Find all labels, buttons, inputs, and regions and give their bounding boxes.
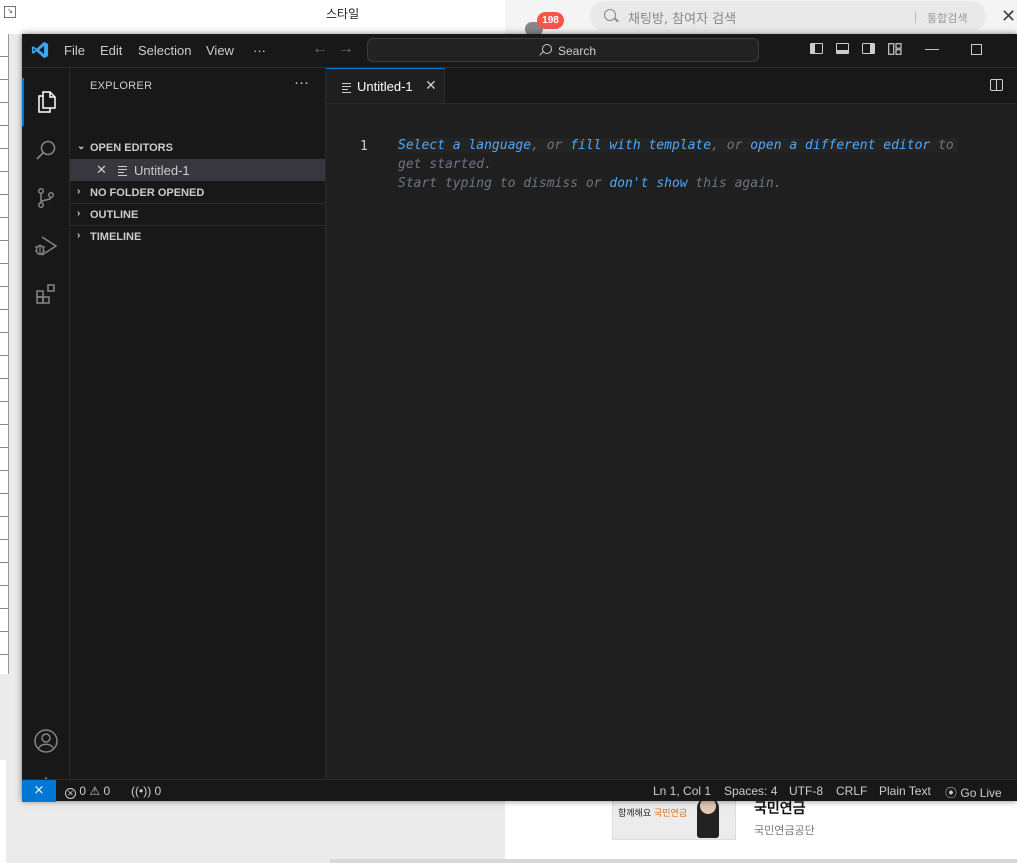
broadcast-icon: ((•))	[131, 784, 152, 798]
status-bar: ⨯ ✕ 0 ⚠ 0 ((•)) 0 Ln 1, Col 1 Spaces: 4 …	[22, 779, 1017, 802]
chat-search-placeholder: 채팅방, 참여자 검색	[628, 12, 737, 27]
activity-run-debug[interactable]	[22, 222, 69, 270]
search-icon	[35, 140, 55, 160]
close-icon[interactable]: ✕	[1001, 6, 1016, 27]
vscode-window: File Edit Selection View ··· ← → Search …	[22, 34, 1017, 802]
problems-status[interactable]: ✕ 0 ⚠ 0	[65, 784, 110, 799]
back-arrow-icon[interactable]: ←	[312, 40, 328, 58]
dialog-launcher-icon[interactable]: ↘	[4, 6, 16, 18]
tab-untitled-1[interactable]: Untitled-1 ✕	[326, 68, 445, 103]
unread-count-badge: 198	[537, 12, 564, 29]
split-editor-icon[interactable]	[990, 79, 1003, 91]
language-mode-status[interactable]: Plain Text	[879, 784, 931, 798]
command-center-search[interactable]: Search	[367, 38, 759, 62]
toggle-panel-icon[interactable]	[836, 43, 849, 54]
menu-view[interactable]: View	[206, 43, 234, 58]
remote-indicator-icon[interactable]: ⨯	[22, 780, 56, 802]
chevron-right-icon: ›	[77, 208, 81, 219]
cursor-position-status[interactable]: Ln 1, Col 1	[653, 784, 711, 798]
ad-subtitle: 국민연금공단	[754, 824, 815, 837]
tab-label: Untitled-1	[357, 79, 413, 94]
editor-area[interactable]: Untitled-1 ✕ 1 Select a language, or fil…	[326, 68, 1017, 779]
activity-accounts[interactable]	[22, 717, 69, 765]
broadcast-icon: ⦿	[945, 786, 958, 800]
section-outline[interactable]: › OUTLINE	[70, 204, 325, 226]
warning-icon: ⚠	[89, 784, 101, 798]
search-icon	[542, 44, 552, 54]
background-document-toolbar	[0, 0, 505, 25]
activity-bar	[22, 68, 70, 802]
explorer-title: EXPLORER	[90, 80, 153, 92]
activity-search[interactable]	[22, 126, 69, 174]
section-open-editors[interactable]: ⌄ OPEN EDITORS	[70, 137, 325, 159]
ad-title[interactable]: 국민연금	[754, 798, 806, 818]
section-no-folder[interactable]: › NO FOLDER OPENED	[70, 182, 325, 204]
run-debug-icon	[34, 236, 57, 256]
open-editor-item[interactable]: ✕ Untitled-1	[70, 159, 325, 181]
menu-edit[interactable]: Edit	[100, 43, 122, 58]
editor-tab-bar: Untitled-1 ✕	[326, 68, 1017, 104]
maximize-button[interactable]	[971, 44, 982, 55]
select-language-link[interactable]: Select a language	[398, 138, 531, 153]
account-icon	[33, 729, 58, 753]
close-icon[interactable]: ✕	[96, 162, 107, 178]
chevron-right-icon: ›	[77, 230, 81, 241]
activity-source-control[interactable]	[22, 174, 69, 222]
toggle-secondary-sidebar-icon[interactable]	[862, 43, 875, 54]
eol-status[interactable]: CRLF	[836, 784, 867, 798]
editor-hint: Select a language, or fill with template…	[398, 136, 958, 193]
activity-extensions[interactable]	[22, 270, 69, 318]
title-bar: File Edit Selection View ··· ← → Search …	[22, 34, 1017, 68]
error-icon: ✕	[65, 788, 76, 799]
vertical-ruler	[0, 34, 9, 674]
chevron-right-icon: ›	[77, 186, 81, 197]
customize-layout-icon[interactable]	[888, 43, 902, 55]
ports-status[interactable]: ((•)) 0	[131, 784, 161, 798]
fill-template-link[interactable]: fill with template	[570, 138, 711, 153]
search-icon	[604, 9, 616, 21]
toggle-primary-sidebar-icon[interactable]	[810, 43, 823, 54]
dont-show-link[interactable]: don't show	[609, 176, 687, 191]
text-file-icon	[118, 166, 127, 176]
line-number: 1	[360, 139, 368, 154]
minimize-button[interactable]: —	[925, 40, 939, 56]
command-center-label: Search	[558, 44, 597, 58]
section-timeline[interactable]: › TIMELINE	[70, 226, 325, 248]
indentation-status[interactable]: Spaces: 4	[724, 784, 777, 798]
menu-more[interactable]: ···	[253, 43, 266, 58]
open-editor-filename: Untitled-1	[134, 163, 190, 178]
vscode-logo-icon	[31, 41, 49, 59]
open-different-editor-link[interactable]: open a different editor	[750, 138, 930, 153]
text-file-icon	[342, 83, 351, 93]
go-live-status[interactable]: ⦿ Go Live	[945, 784, 1002, 801]
chevron-down-icon: ⌄	[77, 141, 86, 152]
integrated-search-button[interactable]: 통합검색	[927, 10, 967, 26]
menu-selection[interactable]: Selection	[138, 43, 191, 58]
extensions-icon	[35, 284, 55, 304]
encoding-status[interactable]: UTF-8	[789, 784, 823, 798]
source-control-icon	[37, 187, 54, 209]
explorer-sidebar: EXPLORER ··· ⌄ OPEN EDITORS ✕ Untitled-1…	[70, 68, 326, 779]
files-icon	[37, 91, 56, 113]
forward-arrow-icon[interactable]: →	[338, 40, 354, 58]
explorer-more-actions[interactable]: ···	[294, 74, 309, 91]
style-group-label: 스타일	[326, 7, 360, 21]
menu-file[interactable]: File	[64, 43, 85, 58]
activity-explorer[interactable]	[22, 78, 69, 126]
close-icon[interactable]: ✕	[425, 77, 437, 94]
